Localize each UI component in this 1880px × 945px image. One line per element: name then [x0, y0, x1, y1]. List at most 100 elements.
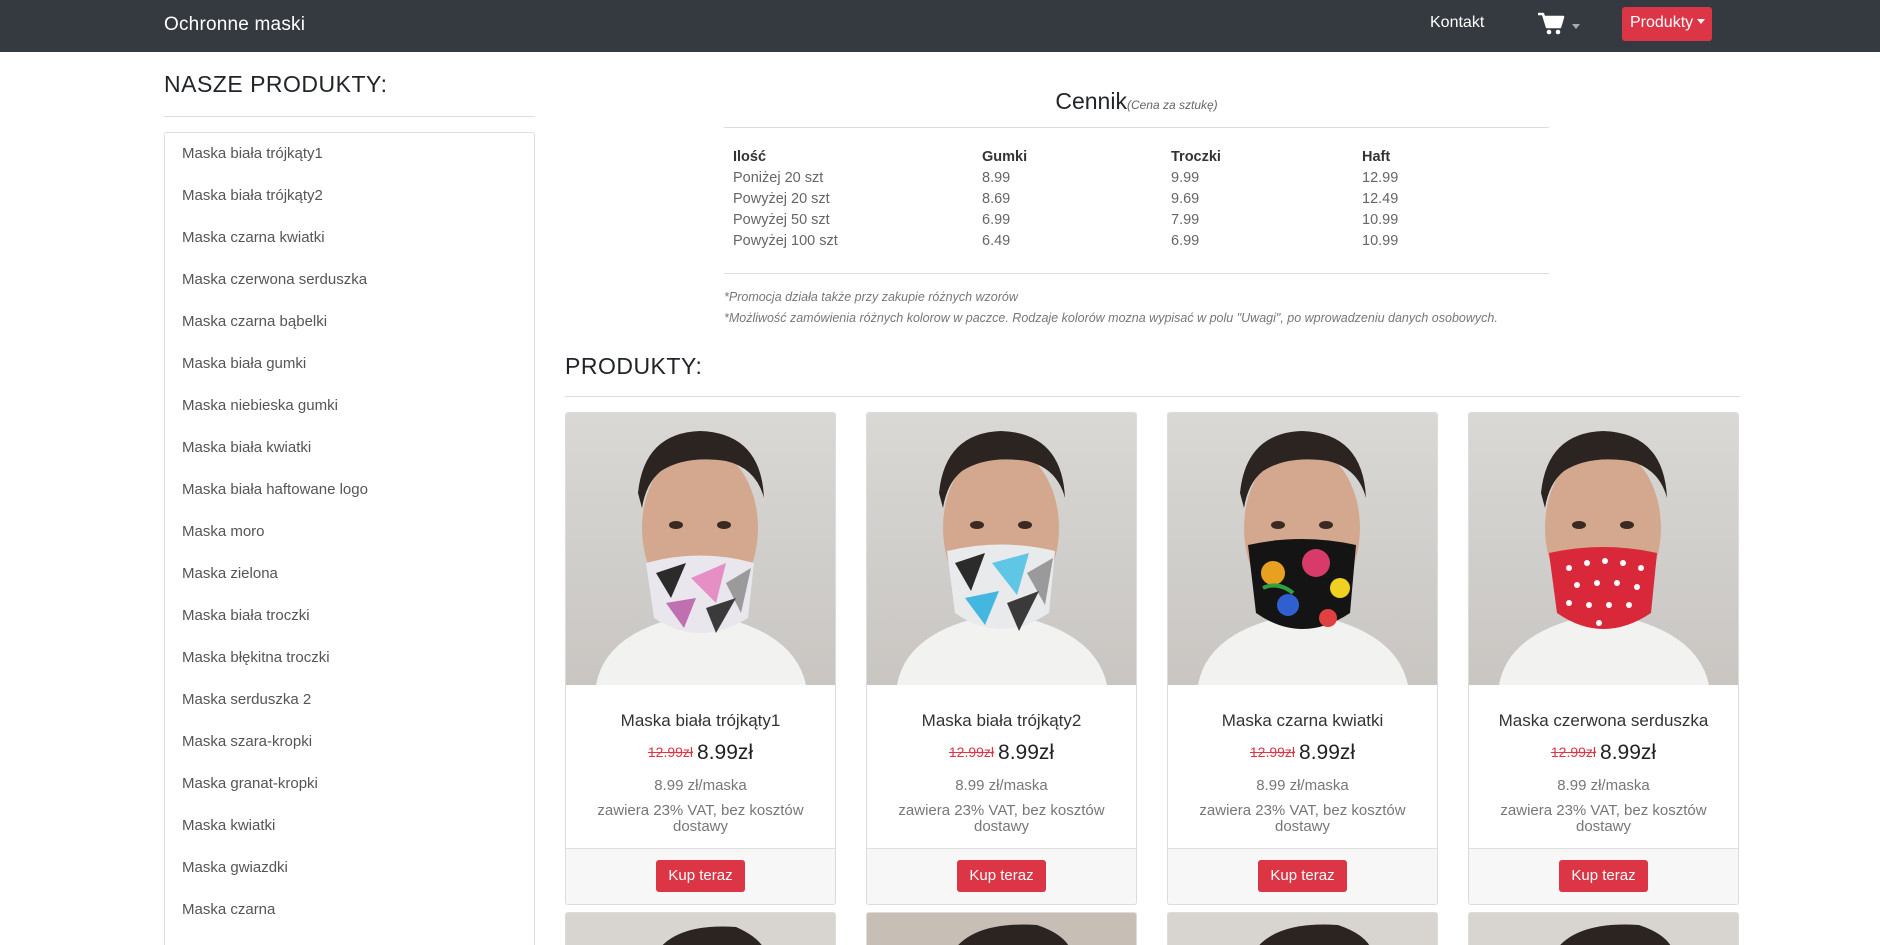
pricing-cell: 8.69 — [982, 191, 1011, 207]
product-price: 12.99zł 8.99zł — [566, 741, 835, 765]
sidebar-item[interactable]: Maska niebieska gumki — [182, 397, 338, 414]
buy-now-button[interactable]: Kup teraz — [957, 860, 1046, 892]
product-card: Maska biała trójkąty2 12.99zł 8.99zł 8.99… — [866, 412, 1137, 905]
product-name[interactable]: Maska czarna kwiatki — [1168, 711, 1437, 731]
current-price: 8.99zł — [1600, 741, 1657, 764]
person-wearing-mask-image — [897, 431, 1107, 685]
sidebar-product-list: Maska biała trójkąty1 Maska biała trójką… — [164, 132, 535, 945]
product-card-footer: Kup teraz — [1469, 848, 1738, 904]
product-card[interactable] — [1167, 912, 1438, 945]
buy-now-button[interactable]: Kup teraz — [1559, 860, 1648, 892]
old-price: 12.99zł — [647, 744, 694, 760]
product-card[interactable] — [866, 912, 1137, 945]
product-card[interactable] — [1468, 912, 1739, 945]
pricing-cell: Powyżej 50 szt — [733, 212, 830, 228]
sidebar-item[interactable]: Maska biała trójkąty1 — [182, 145, 323, 162]
person-wearing-mask-image — [1499, 431, 1709, 685]
sidebar-item[interactable]: Maska biała trójkąty2 — [182, 187, 323, 204]
product-price: 12.99zł 8.99zł — [1168, 741, 1437, 765]
buy-now-button[interactable]: Kup teraz — [656, 860, 745, 892]
product-image[interactable] — [1469, 413, 1738, 685]
product-name[interactable]: Maska biała trójkąty2 — [867, 711, 1136, 731]
products-section-title: PRODUKTY: — [565, 353, 703, 379]
sidebar-item[interactable]: Maska błękitna troczki — [182, 649, 330, 666]
product-card-footer: Kup teraz — [1168, 848, 1437, 904]
unit-price: 8.99 zł/maska — [955, 777, 1048, 794]
product-image[interactable] — [566, 413, 835, 685]
pricing-header-cell: Ilość — [733, 149, 767, 165]
unit-price: 8.99 zł/maska — [654, 777, 747, 794]
sidebar-item[interactable]: Maska biała haftowane logo — [182, 481, 368, 498]
sidebar-item[interactable]: Maska kwiatki — [182, 817, 275, 834]
cart-dropdown[interactable] — [1538, 12, 1580, 38]
sidebar-item[interactable]: Maska serduszka 2 — [182, 691, 311, 708]
sidebar-item[interactable]: Maska gwiazdki — [182, 859, 288, 876]
pricing-header-cell: Troczki — [1171, 149, 1221, 165]
product-card-footer: Kup teraz — [566, 848, 835, 904]
sidebar-item[interactable]: Maska czerwona serduszka — [182, 271, 367, 288]
person-wearing-mask-image — [958, 924, 1069, 945]
old-price: 12.99zł — [1550, 744, 1597, 760]
vat-note: zawiera 23% VAT, bez kosztów dostawy — [898, 802, 1105, 835]
pricing-header: Cennik(Cena za sztukę) — [724, 88, 1549, 115]
product-card[interactable] — [565, 912, 836, 945]
pricing-cell: Powyżej 100 szt — [733, 233, 838, 249]
sidebar-item[interactable]: Maska czarna — [182, 901, 275, 918]
pricing-cell: 12.99 — [1362, 170, 1399, 186]
buy-now-button[interactable]: Kup teraz — [1258, 860, 1347, 892]
brand-link[interactable]: Ochronne maski — [164, 14, 305, 36]
divider — [164, 116, 535, 117]
old-price: 12.99zł — [1249, 744, 1296, 760]
person-wearing-mask-image — [1198, 431, 1408, 685]
chevron-down-icon — [1572, 24, 1580, 29]
product-name[interactable]: Maska biała trójkąty1 — [566, 711, 835, 731]
current-price: 8.99zł — [998, 741, 1055, 764]
sidebar-item[interactable]: Maska moro — [182, 523, 265, 540]
pricing-cell: Poniżej 20 szt — [733, 170, 824, 186]
pricing-cell: 6.99 — [982, 212, 1011, 228]
person-wearing-mask-image — [1560, 924, 1671, 945]
sidebar-item[interactable]: Maska czarna bąbelki — [182, 313, 327, 330]
person-wearing-mask-image — [596, 431, 806, 685]
divider — [724, 273, 1549, 274]
vat-note: zawiera 23% VAT, bez kosztów dostawy — [597, 802, 804, 835]
sidebar-item[interactable]: Maska biała gumki — [182, 355, 306, 372]
pricing-cell: 7.99 — [1171, 212, 1200, 228]
divider — [724, 127, 1549, 128]
shopping-cart-icon — [1538, 12, 1565, 35]
divider — [565, 396, 1740, 397]
pricing-cell: 12.49 — [1362, 191, 1399, 207]
pricing-cell: 9.99 — [1171, 170, 1200, 186]
product-price: 12.99zł 8.99zł — [867, 741, 1136, 765]
pricing-cell: 10.99 — [1362, 212, 1399, 228]
product-price: 12.99zł 8.99zł — [1469, 741, 1738, 765]
sidebar-item[interactable]: Maska granat-kropki — [182, 775, 318, 792]
sidebar-item[interactable]: Maska zielona — [182, 565, 278, 582]
product-name[interactable]: Maska czerwona serduszka — [1469, 711, 1738, 731]
product-image[interactable] — [867, 413, 1136, 685]
sidebar-item[interactable]: Maska czarna kwiatki — [182, 229, 325, 246]
pricing-title: Cennik — [1055, 88, 1127, 114]
products-dropdown-button[interactable]: Produkty — [1622, 7, 1712, 41]
pricing-note: *Możliwość zamówienia różnych kolorow w … — [724, 311, 1498, 325]
sidebar-item[interactable]: Maska biała troczki — [182, 607, 310, 624]
product-card: Maska czerwona serduszka 12.99zł 8.99zł 8… — [1468, 412, 1739, 905]
product-card: Maska biała trójkąty1 12.99zł 8.99zł 8.99… — [565, 412, 836, 905]
pricing-header-cell: Gumki — [982, 149, 1028, 165]
vat-note: zawiera 23% VAT, bez kosztów dostawy — [1199, 802, 1406, 835]
product-image[interactable] — [1168, 413, 1437, 685]
product-card-footer: Kup teraz — [867, 848, 1136, 904]
products-dropdown-label: Produkty — [1630, 14, 1694, 31]
nav-contact-link[interactable]: Kontakt — [1430, 14, 1484, 32]
pricing-cell: 6.99 — [1171, 233, 1200, 249]
sidebar-title: NASZE PRODUKTY: — [164, 71, 388, 97]
person-wearing-mask-image — [1259, 924, 1370, 945]
pricing-cell: Powyżej 20 szt — [733, 191, 830, 207]
pricing-cell: 9.69 — [1171, 191, 1200, 207]
current-price: 8.99zł — [1299, 741, 1356, 764]
product-card: Maska czarna kwiatki 12.99zł 8.99zł 8.99 … — [1167, 412, 1438, 905]
sidebar-item[interactable]: Maska biała kwiatki — [182, 439, 311, 456]
pricing-cell: 10.99 — [1362, 233, 1399, 249]
sidebar-item[interactable]: Maska szara-kropki — [182, 733, 312, 750]
pricing-subtitle: (Cena za sztukę) — [1126, 98, 1218, 112]
